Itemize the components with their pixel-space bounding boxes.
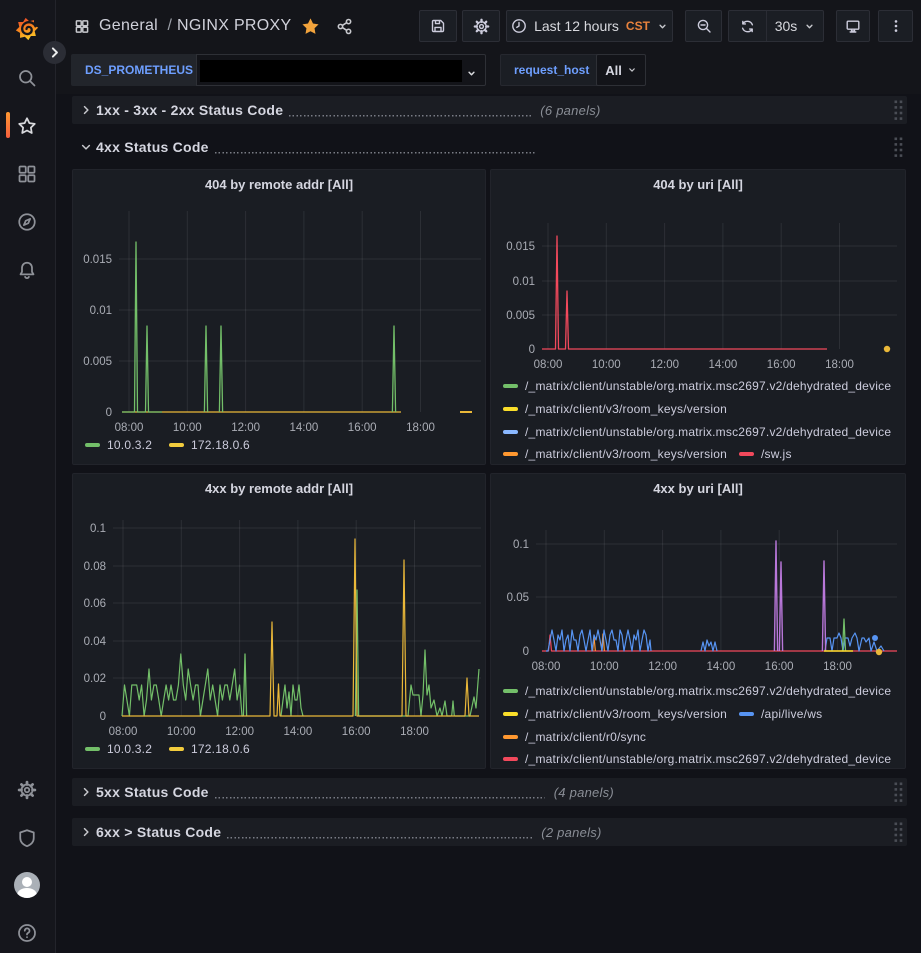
svg-text:18:00: 18:00 — [406, 422, 435, 434]
svg-text:18:00: 18:00 — [400, 726, 429, 738]
svg-text:/_matrix/client/unstable/org.m: /_matrix/client/unstable/org.matrix.msc2… — [525, 379, 891, 393]
svg-text:/_matrix/client/v3/room_keys/v: /_matrix/client/v3/room_keys/version — [525, 447, 727, 461]
svg-text:/_matrix/client/v3/room_keys/v: /_matrix/client/v3/room_keys/version — [525, 402, 727, 416]
svg-text:0.05: 0.05 — [507, 592, 529, 604]
svg-text:/api/live/ws: /api/live/ws — [761, 707, 822, 721]
svg-text:/_matrix/client/v3/room_keys/v: /_matrix/client/v3/room_keys/version — [525, 707, 727, 721]
svg-text:/_matrix/client/unstable/org.m: /_matrix/client/unstable/org.matrix.msc2… — [525, 752, 891, 766]
svg-text:16:00: 16:00 — [765, 661, 794, 673]
svg-text:12:00: 12:00 — [650, 359, 679, 371]
svg-text:08:00: 08:00 — [534, 359, 563, 371]
svg-text:0.015: 0.015 — [506, 241, 535, 253]
svg-text:0.005: 0.005 — [506, 310, 535, 322]
svg-text:10:00: 10:00 — [173, 422, 202, 434]
svg-text:14:00: 14:00 — [707, 661, 736, 673]
svg-text:0.04: 0.04 — [84, 636, 107, 648]
svg-text:18:00: 18:00 — [825, 359, 854, 371]
svg-text:14:00: 14:00 — [290, 422, 319, 434]
svg-text:/sw.js: /sw.js — [761, 447, 792, 461]
svg-text:10:00: 10:00 — [592, 359, 621, 371]
svg-text:/_matrix/client/unstable/org.m: /_matrix/client/unstable/org.matrix.msc2… — [525, 425, 891, 439]
svg-text:16:00: 16:00 — [348, 422, 377, 434]
svg-text:08:00: 08:00 — [109, 726, 138, 738]
svg-text:0: 0 — [106, 407, 112, 419]
svg-text:0: 0 — [100, 711, 106, 723]
svg-text:14:00: 14:00 — [284, 726, 313, 738]
svg-text:12:00: 12:00 — [231, 422, 260, 434]
svg-text:0.01: 0.01 — [513, 276, 535, 288]
svg-text:0: 0 — [529, 344, 535, 356]
svg-text:0.005: 0.005 — [83, 356, 112, 368]
svg-text:08:00: 08:00 — [115, 422, 144, 434]
svg-text:0: 0 — [523, 646, 529, 658]
svg-text:0.06: 0.06 — [84, 598, 106, 610]
svg-text:/_matrix/client/r0/sync: /_matrix/client/r0/sync — [525, 730, 646, 744]
svg-text:10.0.3.2: 10.0.3.2 — [107, 438, 152, 452]
svg-text:0.1: 0.1 — [90, 523, 106, 535]
svg-text:08:00: 08:00 — [532, 661, 561, 673]
svg-text:12:00: 12:00 — [648, 661, 677, 673]
svg-text:172.18.0.6: 172.18.0.6 — [191, 742, 250, 756]
svg-text:0.02: 0.02 — [84, 673, 106, 685]
svg-text:10:00: 10:00 — [590, 661, 619, 673]
svg-text:16:00: 16:00 — [767, 359, 796, 371]
svg-text:10.0.3.2: 10.0.3.2 — [107, 742, 152, 756]
svg-text:0.08: 0.08 — [84, 561, 106, 573]
svg-text:/_matrix/client/unstable/org.m: /_matrix/client/unstable/org.matrix.msc2… — [525, 684, 891, 698]
svg-text:0.01: 0.01 — [90, 305, 112, 317]
svg-text:0.1: 0.1 — [513, 539, 529, 551]
svg-text:14:00: 14:00 — [709, 359, 738, 371]
svg-text:12:00: 12:00 — [225, 726, 254, 738]
svg-text:172.18.0.6: 172.18.0.6 — [191, 438, 250, 452]
svg-text:10:00: 10:00 — [167, 726, 196, 738]
svg-text:0.015: 0.015 — [83, 254, 112, 266]
svg-text:16:00: 16:00 — [342, 726, 371, 738]
svg-text:18:00: 18:00 — [823, 661, 852, 673]
